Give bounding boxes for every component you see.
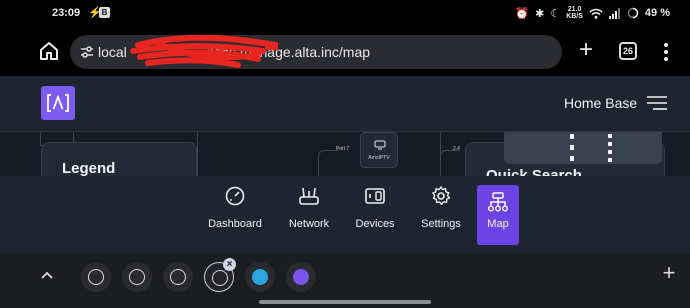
gear-icon xyxy=(432,186,451,205)
gesture-handle[interactable] xyxy=(259,300,431,304)
status-time: 23:09 xyxy=(52,7,81,19)
dotted-line-icon xyxy=(570,134,574,161)
sitemap-icon xyxy=(488,192,508,212)
port-label: 2.4 xyxy=(453,146,460,152)
alta-app-icon xyxy=(212,270,228,286)
net-speed-unit: KB/S xyxy=(566,13,583,20)
nav-map[interactable]: Map xyxy=(477,185,519,245)
nav-label: Devices xyxy=(355,218,395,230)
alta-app-icon xyxy=(170,269,186,285)
nav-settings[interactable]: Settings xyxy=(418,185,464,245)
wave-app-icon xyxy=(252,269,268,285)
home-icon[interactable] xyxy=(38,40,60,62)
nav-label: Map xyxy=(487,218,509,230)
legend-title: Legend xyxy=(62,160,116,177)
taskbar-app-alta[interactable] xyxy=(122,262,152,292)
net-speed-value: 21.0 xyxy=(567,6,582,13)
nav-label: Network xyxy=(288,218,330,230)
address-bar[interactable]: local ddns.manage.alta.inc/map xyxy=(70,34,562,69)
wifi-icon xyxy=(589,8,603,19)
node-label: ArrisIPTV xyxy=(368,155,390,161)
new-tab-button[interactable]: + xyxy=(575,38,597,62)
hamburger-menu-icon[interactable] xyxy=(647,96,667,110)
nav-dashboard[interactable]: Dashboard xyxy=(205,185,265,245)
map-overlay-panel xyxy=(504,132,662,164)
router-icon xyxy=(299,187,319,205)
status-bar: 23:09 ⚡ B ⏰ ✱ ☾ 21.0 KB/S 49 % xyxy=(0,0,690,28)
tv-icon xyxy=(374,140,386,150)
devices-icon xyxy=(365,188,385,204)
site-settings-icon[interactable] xyxy=(80,45,94,59)
notification-b-icon: B xyxy=(99,7,110,18)
alta-purple-app-icon xyxy=(293,269,309,285)
logo-mark-icon xyxy=(47,94,69,112)
taskbar-app-wave[interactable] xyxy=(245,262,275,292)
alta-logo[interactable] xyxy=(41,86,75,120)
bluetooth-icon: ✱ xyxy=(535,7,545,20)
app-header: Home Base xyxy=(0,76,690,132)
nav-label: Dashboard xyxy=(208,218,262,230)
port-label: Port 7 xyxy=(336,146,350,152)
do-not-disturb-icon: ☾ xyxy=(550,7,561,20)
nav-network[interactable]: Network xyxy=(284,185,334,245)
signal-icon xyxy=(608,7,620,19)
url-visible-part: local xyxy=(98,44,127,60)
bottom-navigation: Dashboard Network Devices Settings Map xyxy=(0,176,690,254)
taskbar-app-alta[interactable] xyxy=(163,262,193,292)
battery-percent: 49 % xyxy=(644,7,670,19)
taskbar-app-purple[interactable] xyxy=(286,262,316,292)
battery-ring-icon xyxy=(627,7,639,19)
site-name[interactable]: Home Base xyxy=(564,95,637,111)
add-app-button[interactable]: + xyxy=(659,262,679,284)
redaction-scribble xyxy=(130,34,278,68)
dotted-line-icon xyxy=(608,134,612,162)
net-speed: 21.0 KB/S xyxy=(566,6,583,20)
nav-label: Settings xyxy=(421,218,461,230)
tab-switcher-button[interactable]: 26 xyxy=(619,42,637,60)
nav-devices[interactable]: Devices xyxy=(353,185,397,245)
web-app: Home Base Port 7 2.4 ArrisIPTV Legend Qu… xyxy=(0,76,690,254)
chevron-up-icon[interactable] xyxy=(40,270,54,280)
map-node-arrisiptv[interactable]: ArrisIPTV xyxy=(360,132,398,168)
alarm-icon: ⏰ xyxy=(515,7,530,20)
browser-toolbar: local ddns.manage.alta.inc/map + 26 xyxy=(0,28,690,76)
alta-app-icon xyxy=(129,269,145,285)
close-app-button[interactable]: × xyxy=(223,258,236,271)
more-menu-icon[interactable] xyxy=(662,41,670,63)
alta-app-icon xyxy=(88,269,104,285)
app-taskbar: × + xyxy=(0,254,690,308)
taskbar-app-alta[interactable] xyxy=(81,262,111,292)
gauge-icon xyxy=(225,186,245,206)
